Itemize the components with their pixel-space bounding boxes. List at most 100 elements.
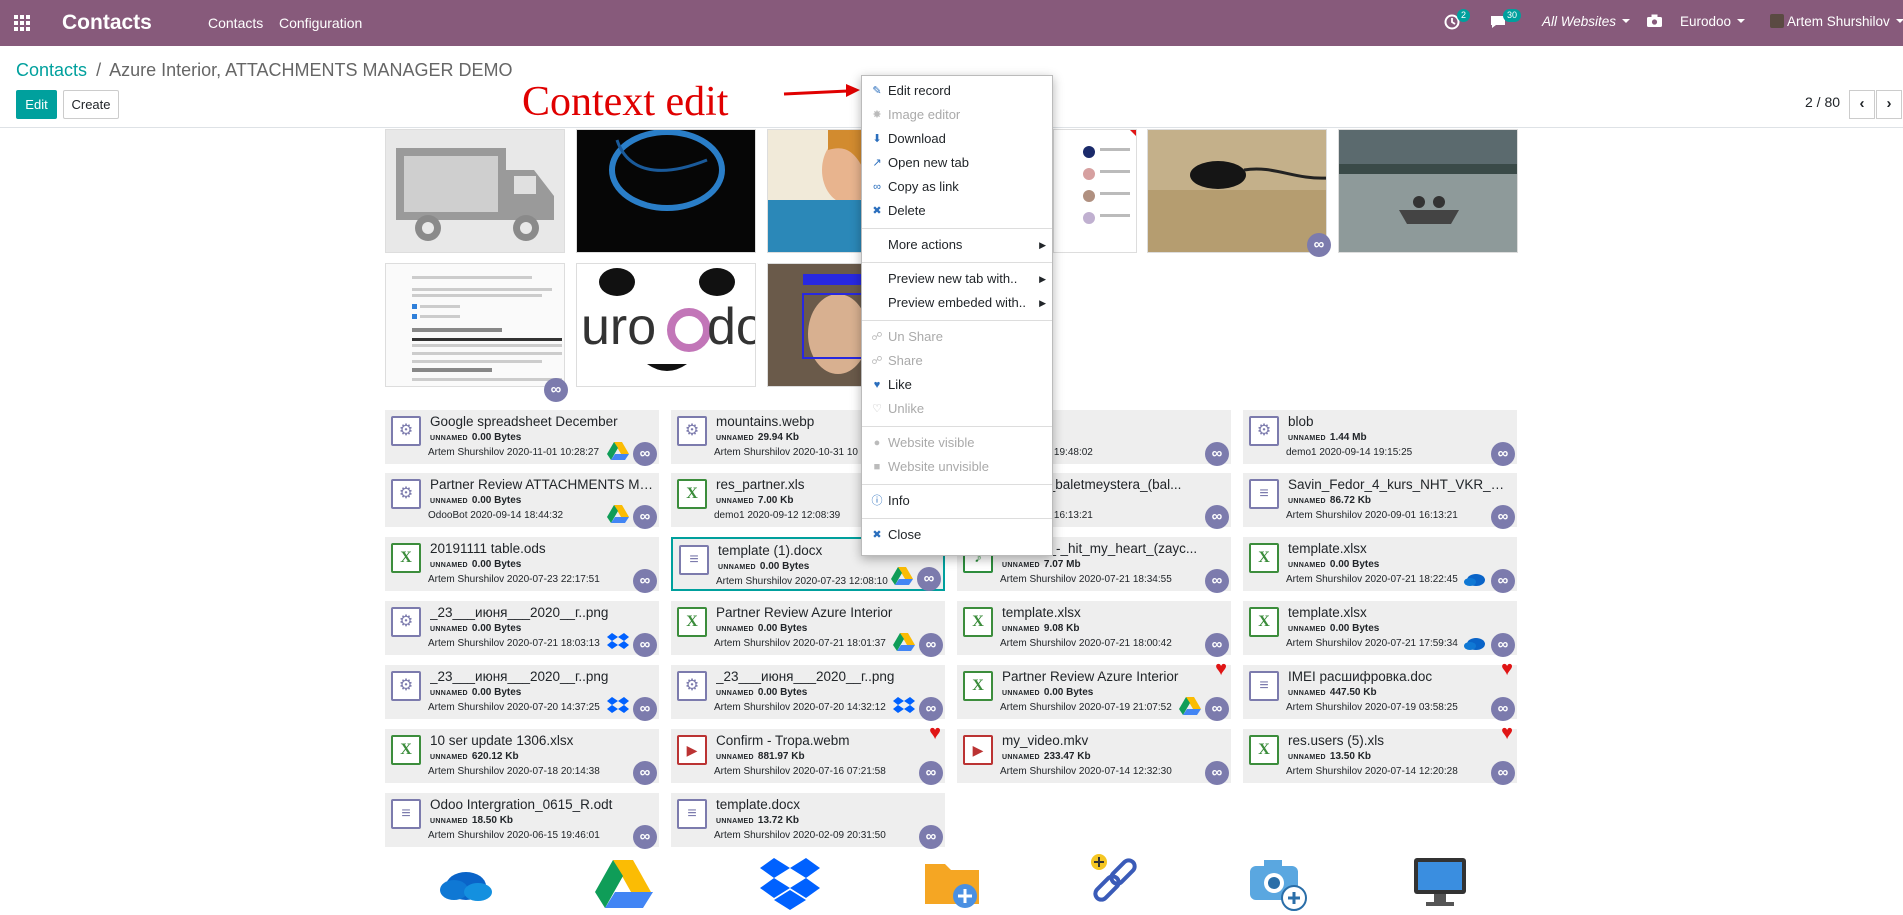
attachment-card[interactable]: ≡ IMEI расшифровка.doc UNNAMED 447.50 Kb Art…: [1243, 659, 1517, 721]
activity-icon[interactable]: 2: [1444, 9, 1471, 33]
image-thumbnail-face-detection[interactable]: [767, 263, 863, 387]
menu-preview-new-tab[interactable]: Preview new tab with.. ▶: [862, 268, 1052, 290]
link-icon[interactable]: ∞: [633, 697, 657, 721]
menu-contacts[interactable]: Contacts: [208, 15, 263, 31]
google-drive-icon[interactable]: [595, 852, 655, 912]
link-icon[interactable]: ∞: [1205, 569, 1229, 593]
image-thumbnail-mouse[interactable]: [1147, 129, 1327, 253]
link-icon[interactable]: ∞: [1205, 442, 1229, 466]
menu-delete[interactable]: ✖ Delete: [862, 200, 1052, 222]
link-icon[interactable]: ∞: [1491, 697, 1515, 721]
menu-edit-record[interactable]: ✎ Edit record: [862, 80, 1052, 102]
attachment-meta: demo1 2020-09-14 19:15:25: [1286, 447, 1413, 458]
pager-previous-button[interactable]: ‹: [1849, 90, 1875, 119]
document-icon: ≡: [679, 545, 709, 575]
add-link-icon[interactable]: [1085, 852, 1145, 912]
websites-switcher[interactable]: All Websites: [1542, 14, 1630, 29]
user-menu[interactable]: Artem Shurshilov: [1770, 14, 1903, 29]
link-icon[interactable]: ∞: [919, 761, 943, 785]
company-switcher[interactable]: Eurodoo: [1680, 14, 1745, 29]
link-icon[interactable]: ∞: [544, 378, 568, 402]
pager-next-button[interactable]: ›: [1876, 90, 1902, 119]
svg-text:do: do: [707, 298, 756, 356]
image-thumbnail-neon[interactable]: [576, 129, 756, 253]
link-icon[interactable]: ∞: [633, 505, 657, 529]
link-icon[interactable]: ∞: [917, 567, 941, 591]
link-icon[interactable]: ∞: [633, 761, 657, 785]
attachment-card[interactable]: X Partner Review Azure Interior UNNAMED 0.0…: [957, 659, 1231, 721]
camera-icon[interactable]: [1647, 14, 1662, 30]
image-thumbnail-document[interactable]: [1053, 129, 1137, 253]
screen-capture-icon[interactable]: [1410, 852, 1470, 912]
attachment-meta: Artem Shurshilov 2020-06-15 19:46:01: [428, 830, 600, 841]
create-button[interactable]: Create: [63, 90, 119, 119]
link-icon[interactable]: ∞: [1307, 233, 1331, 257]
attachment-card[interactable]: ▶ my_video.mkv UNNAMED 233.47 Kb Artem Shurs…: [957, 729, 1231, 785]
attachment-card[interactable]: ⚙ Google spreadsheet December UNNAMED 0.00 …: [385, 410, 659, 466]
attachment-card[interactable]: ▶ Confirm - Tropa.webm UNNAMED 881.97 Kb Art…: [671, 723, 945, 785]
menu-close[interactable]: ✖ Close: [862, 524, 1052, 546]
link-icon[interactable]: ∞: [1205, 633, 1229, 657]
app-title[interactable]: Contacts: [62, 11, 152, 35]
messages-icon[interactable]: 30: [1490, 9, 1522, 32]
attachment-card[interactable]: ⚙ _23___июня___2020__г..png UNNAMED 0.00 By…: [385, 665, 659, 721]
gear-icon: ⚙: [391, 416, 421, 446]
link-icon[interactable]: ∞: [633, 569, 657, 593]
menu-info[interactable]: ⓘ Info: [862, 490, 1052, 512]
dropbox-icon[interactable]: [760, 852, 820, 912]
attachment-card[interactable]: ≡ Odoo Intergration_0615_R.odt UNNAMED 18.5…: [385, 793, 659, 849]
link-icon[interactable]: ∞: [1205, 761, 1229, 785]
image-thumbnail-boat[interactable]: [1338, 129, 1518, 253]
link-icon[interactable]: ∞: [1491, 761, 1515, 785]
image-thumbnail-woman[interactable]: [767, 129, 863, 253]
attachment-card[interactable]: ⚙ blob UNNAMED 1.44 Mb demo1 2020-09-14 19:1…: [1243, 410, 1517, 466]
menu-download[interactable]: ⬇ Download: [862, 128, 1052, 150]
attachment-card[interactable]: ⚙ Partner Review ATTACHMENTS MANAGER DEMO…: [385, 473, 659, 529]
link-icon[interactable]: ∞: [1491, 633, 1515, 657]
link-icon[interactable]: ∞: [633, 633, 657, 657]
link-icon[interactable]: ∞: [633, 825, 657, 849]
attachment-card[interactable]: ≡ template.docx UNNAMED 13.72 Kb Artem Shurs…: [671, 793, 945, 849]
edit-button[interactable]: Edit: [16, 90, 57, 119]
menu-info-label: Info: [888, 493, 910, 508]
attachment-card[interactable]: Xtemplate.xlsx UNNAMED 0.00 Bytes Artem Shu…: [1243, 601, 1517, 657]
attachment-size-line: UNNAMED 233.47 Kb: [1002, 751, 1091, 762]
onedrive-icon[interactable]: [434, 852, 494, 912]
link-icon[interactable]: ∞: [1491, 569, 1515, 593]
link-icon[interactable]: ∞: [1205, 505, 1229, 529]
menu-open-new-tab[interactable]: ↗ Open new tab: [862, 152, 1052, 174]
attachment-size-line: UNNAMED 447.50 Kb: [1288, 687, 1377, 698]
apps-menu-icon[interactable]: [14, 15, 30, 31]
pager-value[interactable]: 2 / 80: [1805, 94, 1840, 110]
menu-copy-as-link[interactable]: ∞ Copy as link: [862, 176, 1052, 198]
upload-folder-icon[interactable]: [923, 852, 983, 912]
link-icon[interactable]: ∞: [1205, 697, 1229, 721]
excel-icon: X: [1249, 543, 1279, 573]
image-thumbnail-eurodoo-logo[interactable]: urodo: [576, 263, 756, 387]
link-icon[interactable]: ∞: [1491, 442, 1515, 466]
attachment-card[interactable]: ⚙ _23___июня___2020__г..png UNNAMED 0.00 By…: [385, 601, 659, 657]
attachment-card[interactable]: Xtemplate.xlsx UNNAMED 0.00 Bytes Artem Shu…: [1243, 537, 1517, 593]
link-icon[interactable]: ∞: [919, 633, 943, 657]
attachment-card[interactable]: X 10 ser update 1306.xlsx UNNAMED 620.12 Kb…: [385, 729, 659, 785]
link-icon[interactable]: ∞: [919, 825, 943, 849]
image-thumbnail-truck[interactable]: [385, 129, 565, 253]
link-icon[interactable]: ∞: [633, 442, 657, 466]
menu-like[interactable]: ♥ Like: [862, 374, 1052, 396]
image-thumbnail-settings-doc[interactable]: [385, 263, 565, 387]
menu-configuration[interactable]: Configuration: [279, 15, 362, 31]
attachment-size-line: UNNAMED 0.00 Bytes: [430, 432, 521, 443]
add-photo-icon[interactable]: [1248, 852, 1308, 912]
link-icon[interactable]: ∞: [919, 697, 943, 721]
link-icon[interactable]: ∞: [1491, 505, 1515, 529]
attachment-card[interactable]: ⚙ _23___июня___2020__г..png UNNAMED 0.00 By…: [671, 665, 945, 721]
attachment-card[interactable]: X Partner Review Azure Interior UNNAMED 0.0…: [671, 601, 945, 657]
attachment-card[interactable]: Xtemplate.xlsx UNNAMED 9.08 Kb Artem Shursh…: [957, 601, 1231, 657]
annotation-arrow: [783, 84, 860, 97]
menu-preview-embeded[interactable]: Preview embeded with.. ▶: [862, 292, 1052, 314]
attachment-card[interactable]: ≡ Savin_Fedor_4_kurs_NHT_VKR_Metod... UNNA…: [1243, 473, 1517, 529]
attachment-card[interactable]: Xres.users (5).xls UNNAMED 13.50 Kb Artem S…: [1243, 723, 1517, 785]
breadcrumb-root[interactable]: Contacts: [16, 60, 87, 80]
attachment-card[interactable]: X 20191111 table.ods UNNAMED 0.00 Bytes Arte…: [385, 537, 659, 593]
menu-more-actions[interactable]: More actions ▶: [862, 234, 1052, 256]
